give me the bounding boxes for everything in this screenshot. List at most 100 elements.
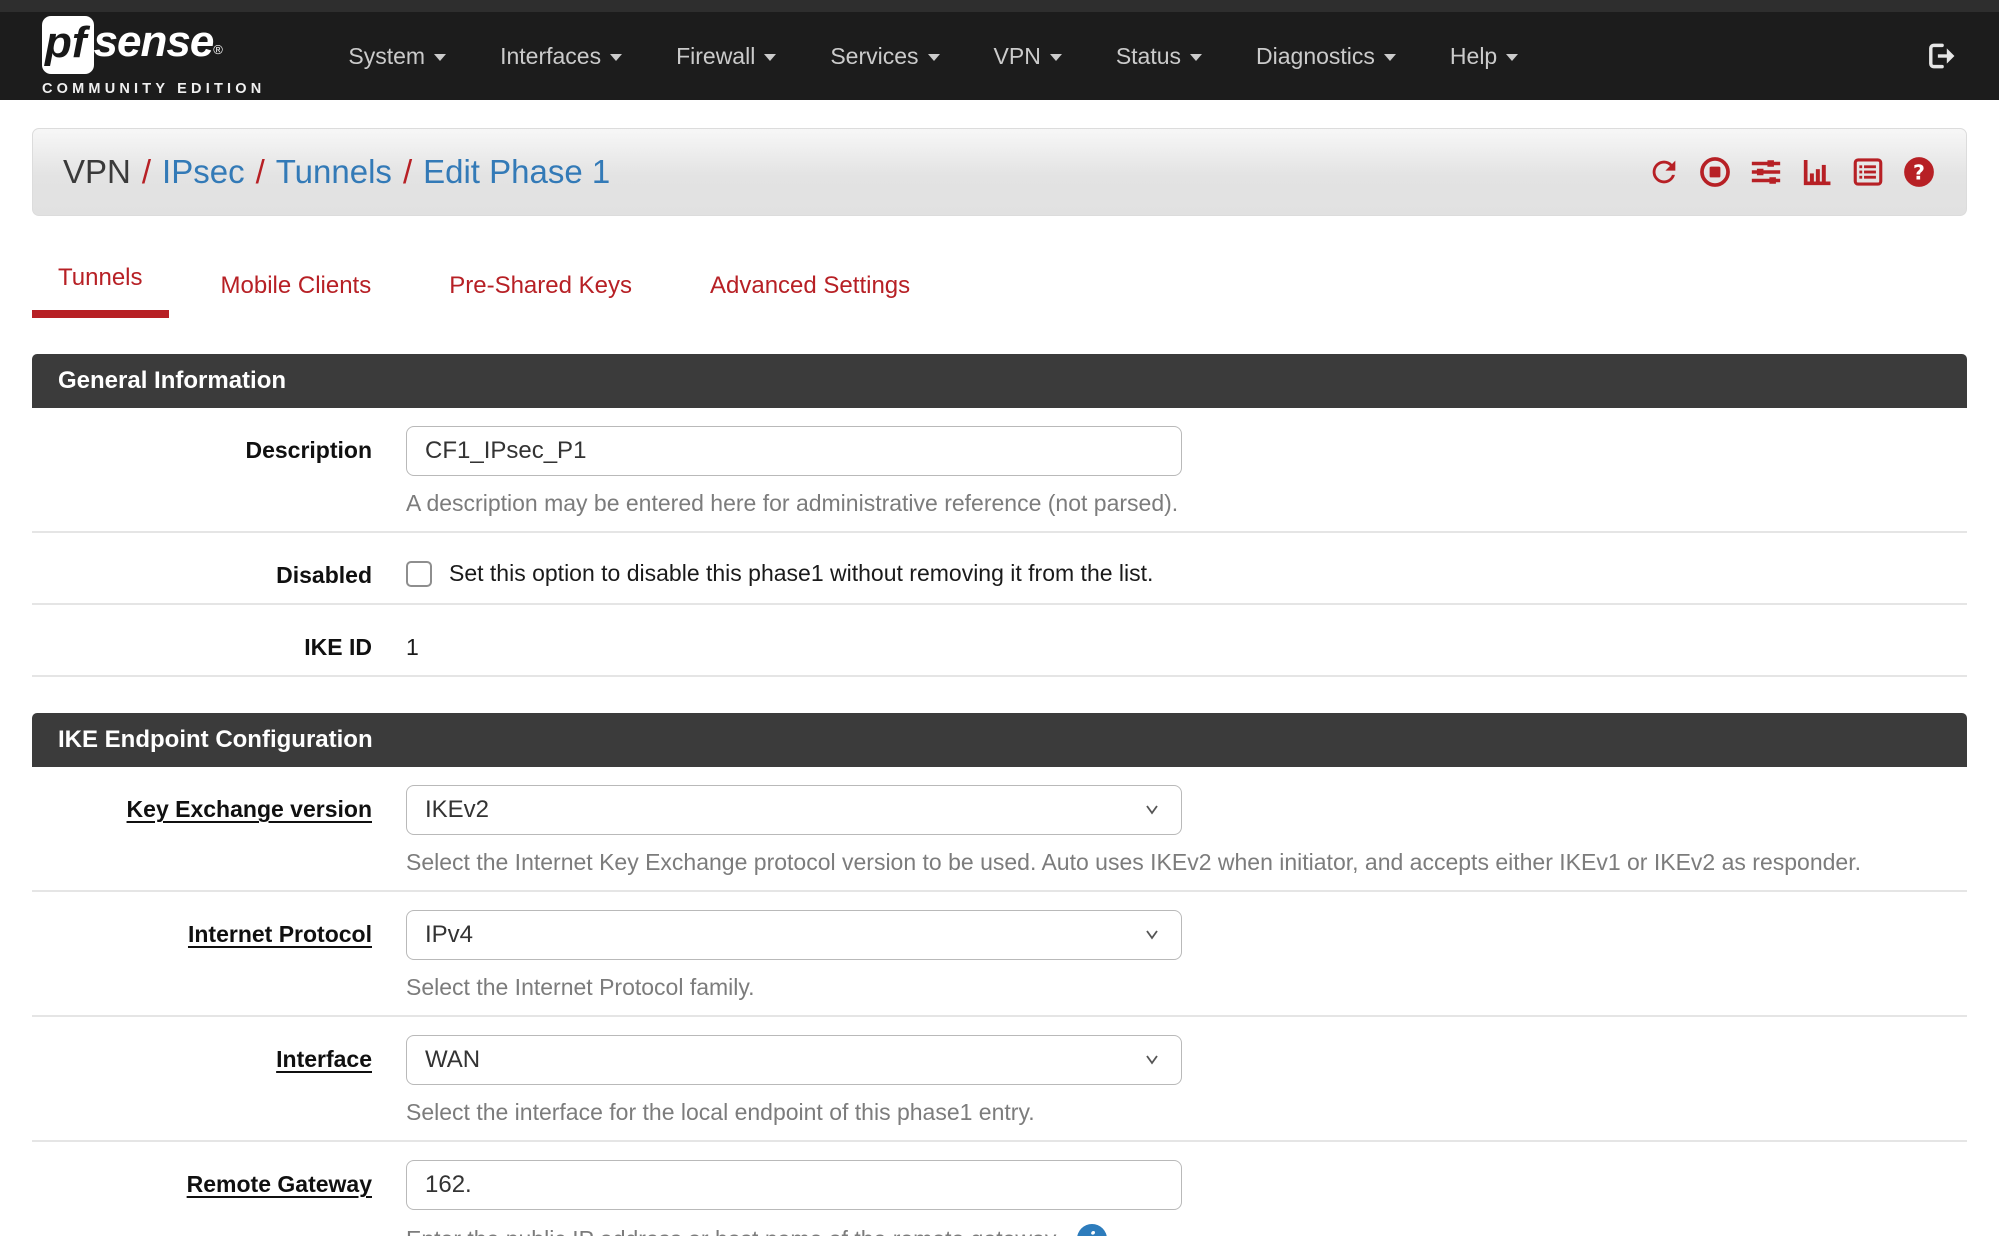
nav-item-help[interactable]: Help <box>1423 43 1545 70</box>
sliders-icon[interactable] <box>1749 155 1783 189</box>
status-chart-icon[interactable] <box>1800 155 1834 189</box>
label-column: IKE ID <box>32 623 372 661</box>
internet-protocol-value: IPv4 <box>425 921 473 949</box>
key-exchange-select[interactable]: IKEv2 <box>406 785 1182 835</box>
key-exchange-help-text: Select the Internet Key Exchange protoco… <box>406 849 1861 876</box>
pfsense-logo-row: pf sense ® <box>42 16 265 74</box>
help-icon[interactable]: ? <box>1902 155 1936 189</box>
key-exchange-value: IKEv2 <box>425 796 489 824</box>
nav-item-system[interactable]: System <box>321 43 473 70</box>
breadcrumb-vpn: VPN <box>63 153 131 191</box>
disabled-label: Disabled <box>276 562 372 588</box>
top-strip <box>0 0 1999 12</box>
disabled-checkbox[interactable] <box>406 561 432 587</box>
breadcrumb-tunnels-link[interactable]: Tunnels <box>276 153 392 191</box>
nav-item-label: Firewall <box>676 43 755 70</box>
caret-down-icon <box>434 54 446 61</box>
description-input[interactable] <box>406 426 1182 476</box>
breadcrumb-ipsec-link[interactable]: IPsec <box>162 153 245 191</box>
chevron-down-icon <box>1141 803 1163 817</box>
control-column: WAN Select the interface for the local e… <box>406 1035 1967 1126</box>
tab-tunnels[interactable]: Tunnels <box>32 254 169 318</box>
ike-id-value: 1 <box>406 623 1967 661</box>
breadcrumb-separator: / <box>142 153 151 191</box>
nav-item-vpn[interactable]: VPN <box>967 43 1089 70</box>
nav-item-services[interactable]: Services <box>803 43 966 70</box>
nav-item-interfaces[interactable]: Interfaces <box>473 43 649 70</box>
ike-endpoint-panel: IKE Endpoint Configuration Key Exchange … <box>32 713 1967 1236</box>
pf-logo-mark: pf <box>42 16 94 74</box>
control-column: IKEv2 Select the Internet Key Exchange p… <box>406 785 1967 876</box>
stop-icon[interactable] <box>1698 155 1732 189</box>
caret-down-icon <box>1050 54 1062 61</box>
registered-mark: ® <box>213 42 223 57</box>
control-column: 1 <box>406 623 1967 661</box>
nav-item-label: Interfaces <box>500 43 601 70</box>
caret-down-icon <box>1506 54 1518 61</box>
interface-row: Interface WAN Select the interface for t… <box>32 1017 1967 1142</box>
internet-protocol-select[interactable]: IPv4 <box>406 910 1182 960</box>
breadcrumb-separator: / <box>403 153 412 191</box>
internet-protocol-label: Internet Protocol <box>188 921 372 947</box>
chevron-down-icon <box>1141 928 1163 942</box>
remote-gateway-help: Enter the public IP address or host name… <box>406 1224 1967 1236</box>
interface-select[interactable]: WAN <box>406 1035 1182 1085</box>
description-label: Description <box>245 437 372 463</box>
caret-down-icon <box>928 54 940 61</box>
tab-mobile-clients[interactable]: Mobile Clients <box>195 262 398 318</box>
remote-gateway-help-text: Enter the public IP address or host name… <box>406 1226 1061 1236</box>
community-edition-label: COMMUNITY EDITION <box>42 81 265 97</box>
control-column: Enter the public IP address or host name… <box>406 1160 1967 1236</box>
tab-pre-shared-keys[interactable]: Pre-Shared Keys <box>423 262 658 318</box>
svg-text:?: ? <box>1913 160 1925 184</box>
key-exchange-row: Key Exchange version IKEv2 Select the In… <box>32 767 1967 892</box>
info-icon[interactable]: i <box>1077 1224 1107 1236</box>
label-column: Key Exchange version <box>32 785 372 876</box>
nav-item-status[interactable]: Status <box>1089 43 1229 70</box>
nav-item-label: Help <box>1450 43 1497 70</box>
caret-down-icon <box>610 54 622 61</box>
breadcrumb-separator: / <box>256 153 265 191</box>
top-navbar: pf sense ® COMMUNITY EDITION System Inte… <box>0 12 1999 100</box>
control-column: Set this option to disable this phase1 w… <box>406 551 1967 589</box>
tab-advanced-settings[interactable]: Advanced Settings <box>684 262 936 318</box>
breadcrumb: VPN / IPsec / Tunnels / Edit Phase 1 <box>63 153 610 191</box>
nav-item-label: System <box>348 43 425 70</box>
breadcrumb-action-icons: ? <box>1647 155 1936 189</box>
nav-item-label: Status <box>1116 43 1181 70</box>
nav-item-firewall[interactable]: Firewall <box>649 43 803 70</box>
sign-out-icon[interactable] <box>1923 39 1957 73</box>
log-list-icon[interactable] <box>1851 155 1885 189</box>
chevron-down-icon <box>1141 1053 1163 1067</box>
pfsense-page: pf sense ® COMMUNITY EDITION System Inte… <box>0 0 1999 1236</box>
caret-down-icon <box>1190 54 1202 61</box>
ike-id-row: IKE ID 1 <box>32 605 1967 677</box>
general-information-header: General Information <box>32 354 1967 408</box>
label-column: Disabled <box>32 551 372 589</box>
ike-endpoint-header: IKE Endpoint Configuration <box>32 713 1967 767</box>
nav-menu: System Interfaces Firewall Services VPN … <box>321 43 1923 70</box>
label-column: Remote Gateway <box>32 1160 372 1236</box>
pfsense-logo[interactable]: pf sense ® COMMUNITY EDITION <box>42 16 265 97</box>
disabled-checkbox-row: Set this option to disable this phase1 w… <box>406 551 1967 587</box>
control-column: A description may be entered here for ad… <box>406 426 1967 517</box>
interface-label: Interface <box>276 1046 372 1072</box>
nav-item-diagnostics[interactable]: Diagnostics <box>1229 43 1423 70</box>
breadcrumb-edit-phase1-link[interactable]: Edit Phase 1 <box>423 153 610 191</box>
label-column: Interface <box>32 1035 372 1126</box>
key-exchange-help: Select the Internet Key Exchange protoco… <box>406 849 1967 876</box>
caret-down-icon <box>1384 54 1396 61</box>
refresh-icon[interactable] <box>1647 155 1681 189</box>
label-column: Internet Protocol <box>32 910 372 1001</box>
caret-down-icon <box>764 54 776 61</box>
general-information-panel: General Information Description A descri… <box>32 354 1967 677</box>
remote-gateway-input[interactable] <box>406 1160 1182 1210</box>
interface-help-text: Select the interface for the local endpo… <box>406 1099 1035 1126</box>
nav-item-label: Diagnostics <box>1256 43 1375 70</box>
description-help-text: A description may be entered here for ad… <box>406 490 1178 517</box>
interface-help: Select the interface for the local endpo… <box>406 1099 1967 1126</box>
remote-gateway-row: Remote Gateway Enter the public IP addre… <box>32 1142 1967 1236</box>
breadcrumb-bar: VPN / IPsec / Tunnels / Edit Phase 1 <box>32 128 1967 216</box>
disabled-row: Disabled Set this option to disable this… <box>32 533 1967 605</box>
description-help: A description may be entered here for ad… <box>406 490 1967 517</box>
